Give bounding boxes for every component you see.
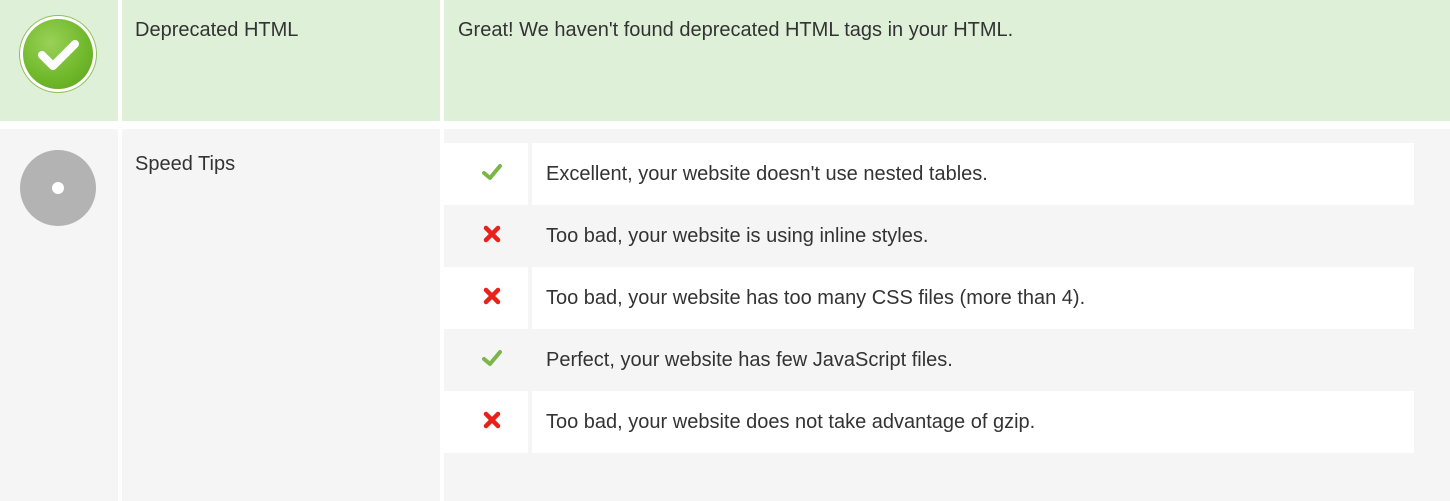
check-icon (482, 350, 502, 366)
cross-icon (483, 411, 501, 429)
list-item: Excellent, your website doesn't use nest… (444, 143, 1414, 205)
row-label: Speed Tips (135, 153, 236, 175)
list-item: Perfect, your website has few JavaScript… (444, 329, 1414, 391)
row-label-cell: Deprecated HTML (122, 0, 440, 121)
tip-text: Too bad, your website does not take adva… (546, 411, 1036, 433)
list-item: Too bad, your website is using inline st… (444, 205, 1414, 267)
list-item: Too bad, your website has too many CSS f… (444, 267, 1414, 329)
tip-text: Too bad, your website has too many CSS f… (546, 287, 1086, 309)
speed-tips-list: Excellent, your website doesn't use nest… (444, 143, 1414, 453)
tip-text: Too bad, your website is using inline st… (546, 225, 929, 247)
check-icon (482, 164, 502, 180)
result-message: Great! We haven't found deprecated HTML … (458, 19, 1014, 41)
speed-tips-row: Speed Tips Excellent, your website doesn… (0, 129, 1450, 501)
status-icon-cell (0, 0, 118, 121)
neutral-status-icon (20, 150, 96, 226)
row-content-cell: Excellent, your website doesn't use nest… (444, 129, 1450, 501)
tip-text: Perfect, your website has few JavaScript… (546, 349, 953, 371)
cross-icon (483, 287, 501, 305)
success-check-icon (20, 16, 96, 92)
row-label-cell: Speed Tips (122, 129, 440, 501)
row-label: Deprecated HTML (135, 19, 299, 41)
tip-text: Excellent, your website doesn't use nest… (546, 163, 988, 185)
cross-icon (483, 225, 501, 243)
deprecated-html-row: Deprecated HTML Great! We haven't found … (0, 0, 1450, 121)
row-content-cell: Great! We haven't found deprecated HTML … (444, 0, 1450, 121)
list-item: Too bad, your website does not take adva… (444, 391, 1414, 453)
status-icon-cell (0, 129, 118, 501)
